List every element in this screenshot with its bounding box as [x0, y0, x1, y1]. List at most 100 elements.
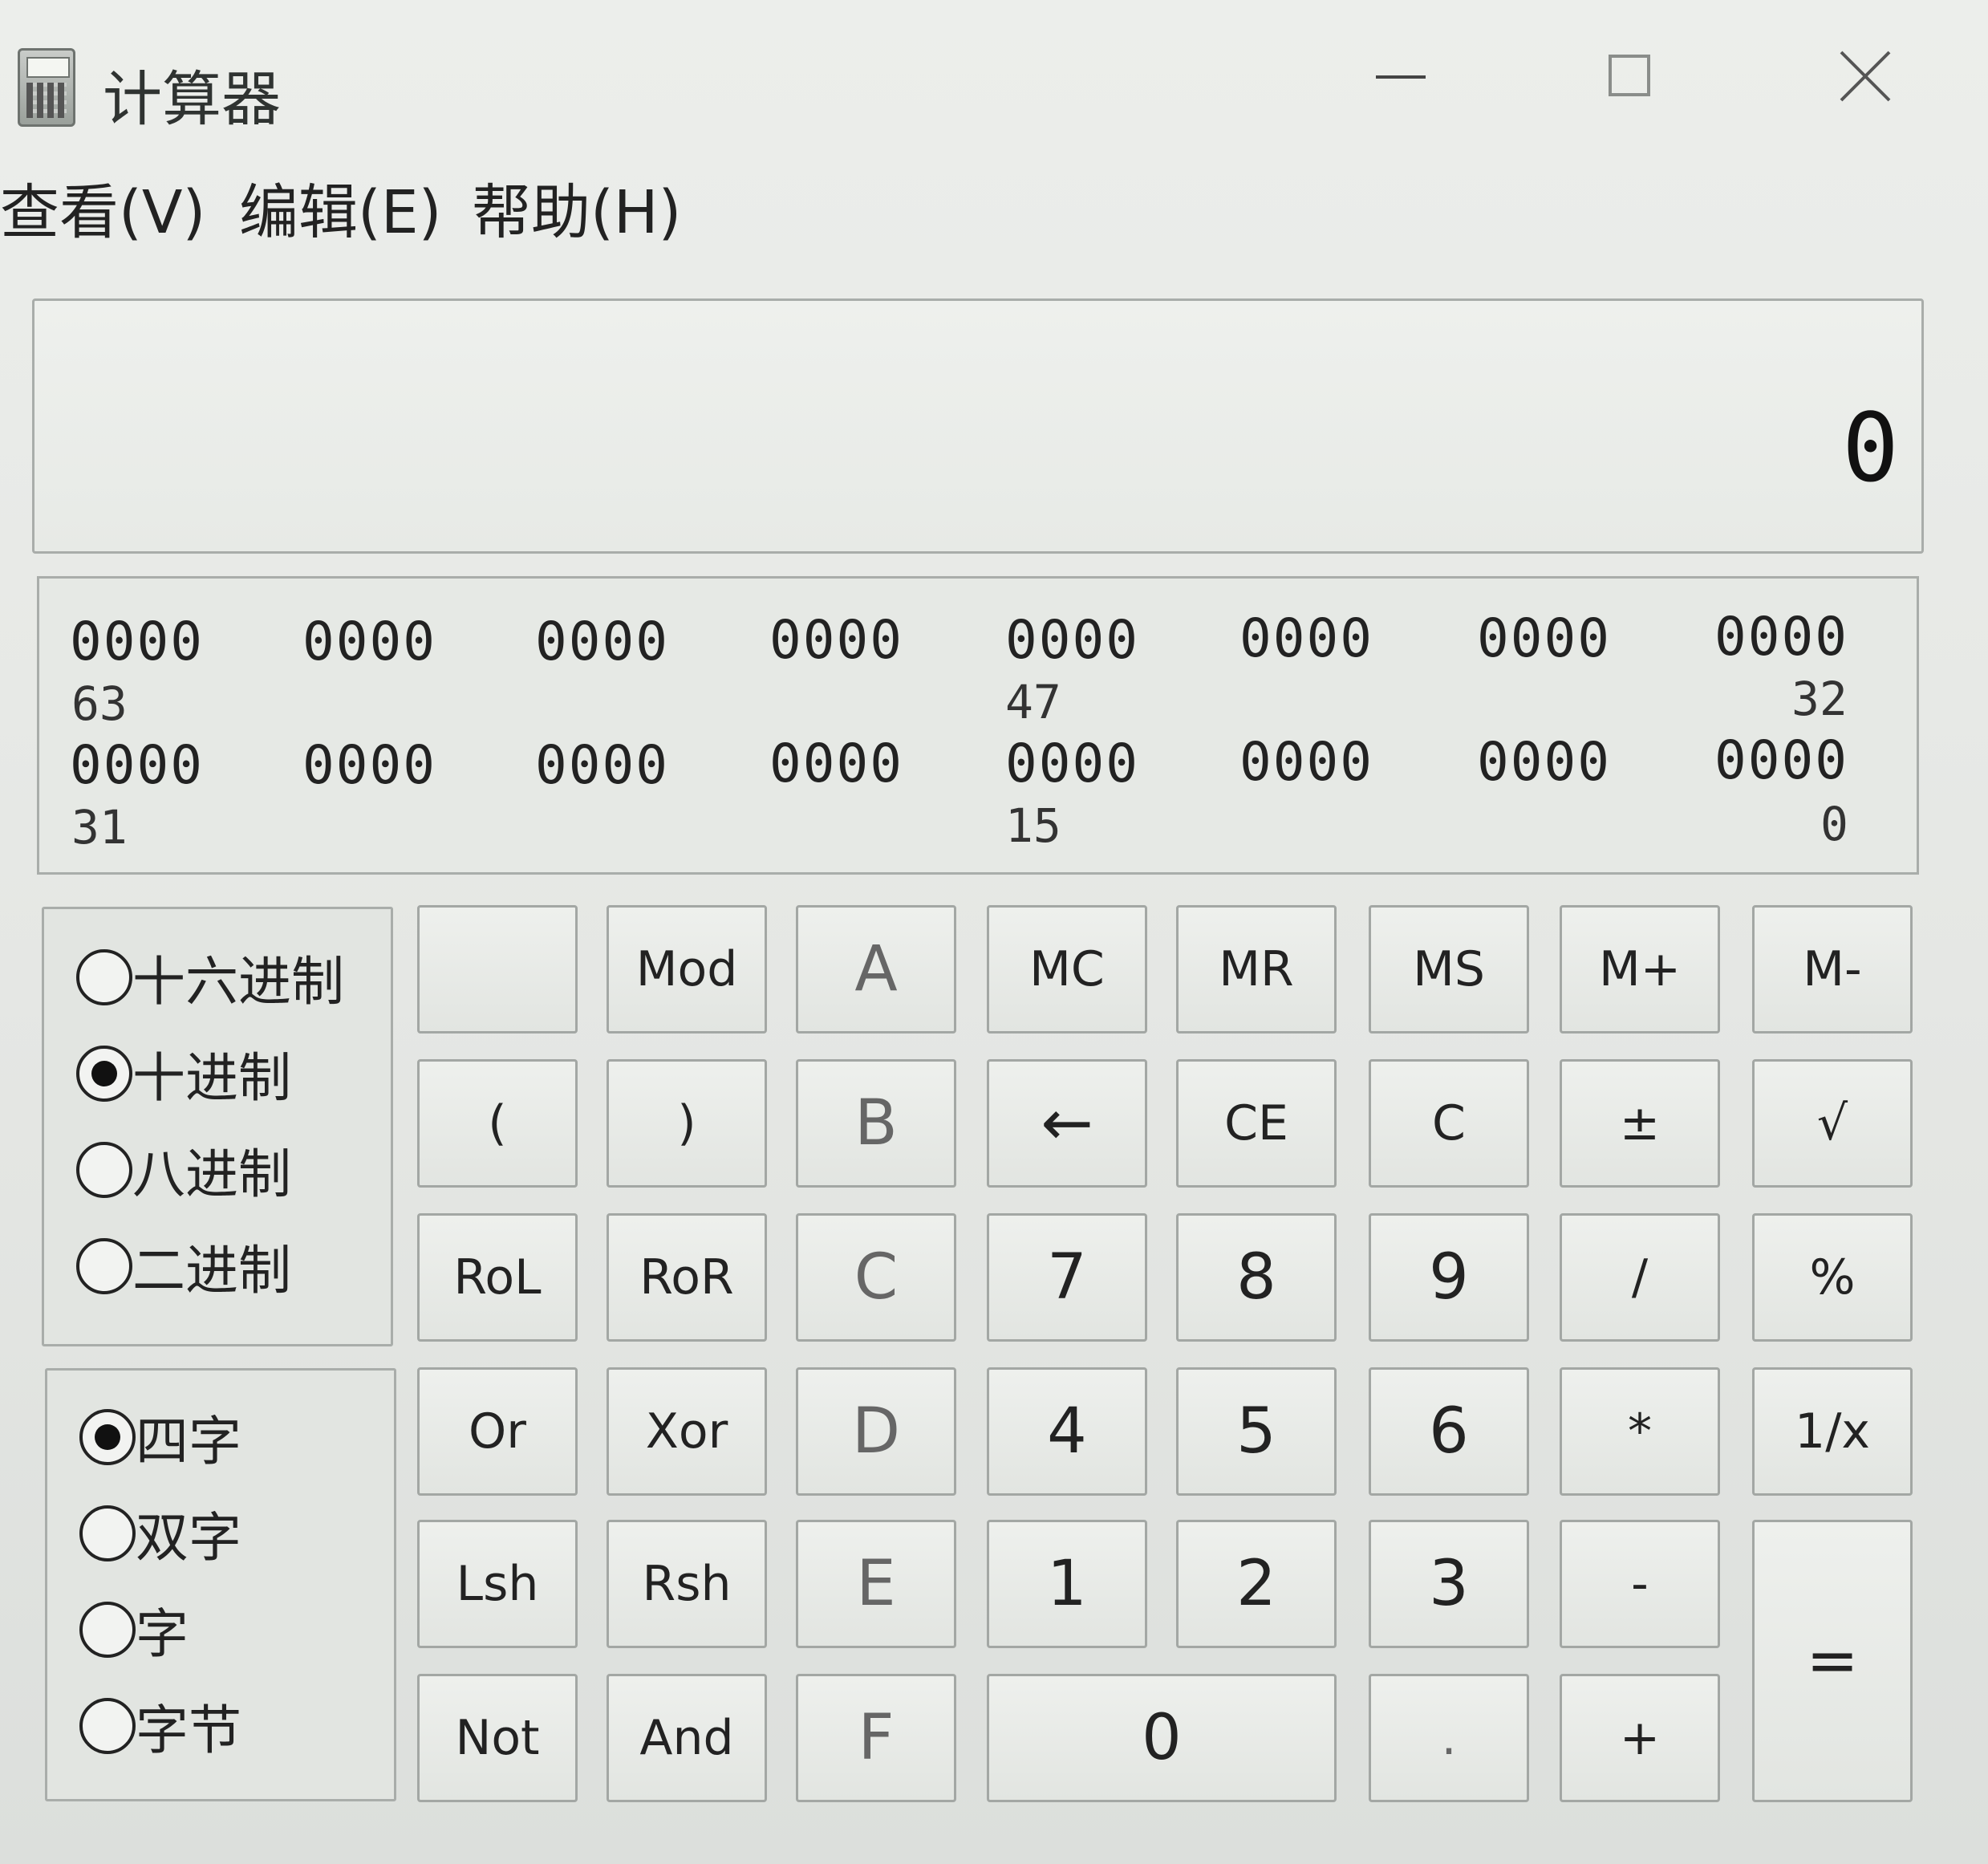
digit-9-button[interactable]: 9 [1369, 1213, 1529, 1342]
add-button[interactable]: + [1560, 1674, 1720, 1802]
radio-bin[interactable]: 二进制 [76, 1230, 291, 1302]
memory-subtract-button[interactable]: M- [1752, 905, 1913, 1034]
radio-label: 字节 [136, 1700, 241, 1761]
radio-label: 字 [136, 1603, 189, 1665]
digit-8-button[interactable]: 8 [1176, 1213, 1337, 1342]
menu-view[interactable]: 查看(V) [0, 164, 205, 250]
digit-2-button[interactable]: 2 [1176, 1520, 1337, 1648]
xor-button[interactable]: Xor [607, 1367, 767, 1496]
rotate-left-button[interactable]: RoL [417, 1213, 578, 1342]
mod-button[interactable]: Mod [607, 905, 767, 1034]
decimal-point-button[interactable]: . [1369, 1674, 1529, 1802]
radio-circle[interactable] [76, 1142, 132, 1198]
word-size-group: 四字 双字 字 字节 [45, 1368, 396, 1801]
divide-button[interactable]: / [1560, 1213, 1720, 1342]
bit-group[interactable]: 0000 [70, 734, 204, 796]
equals-button[interactable]: = [1752, 1520, 1913, 1802]
memory-store-button[interactable]: MS [1369, 905, 1529, 1034]
rotate-right-button[interactable]: RoR [607, 1213, 767, 1342]
or-button[interactable]: Or [417, 1367, 578, 1496]
hex-b-button[interactable]: B [796, 1059, 956, 1188]
radio-circle-checked[interactable] [79, 1409, 136, 1465]
menu-edit[interactable]: 编辑(E) [239, 164, 442, 250]
right-paren-button[interactable]: ) [607, 1059, 767, 1188]
menu-help[interactable]: 帮助(H) [472, 164, 681, 250]
calculator-window: 计算器 查看(V) 编辑(E) 帮助(H) 0 0000 0000 0000 0… [0, 0, 1988, 1864]
radio-dec[interactable]: 十进制 [76, 1038, 291, 1110]
memory-recall-button[interactable]: MR [1176, 905, 1337, 1034]
radio-hex[interactable]: 十六进制 [76, 941, 344, 1013]
bit-label: 32 [1791, 672, 1848, 726]
backspace-button[interactable]: ← [987, 1059, 1147, 1188]
bit-label: 63 [71, 676, 128, 731]
bit-group[interactable]: 0000 [1005, 733, 1139, 794]
bit-group[interactable]: 0000 [769, 733, 903, 794]
digit-5-button[interactable]: 5 [1176, 1367, 1337, 1496]
bit-group[interactable]: 0000 [769, 609, 903, 671]
radio-circle-checked[interactable] [76, 1046, 132, 1102]
bit-group[interactable]: 0000 [1714, 606, 1848, 668]
bit-group[interactable]: 0000 [535, 611, 669, 672]
bit-label: 0 [1820, 797, 1848, 851]
and-button[interactable]: And [607, 1674, 767, 1802]
subtract-button[interactable]: - [1560, 1520, 1720, 1648]
radio-circle[interactable] [76, 1238, 132, 1294]
bit-group[interactable]: 0000 [1477, 731, 1611, 793]
clear-button[interactable]: C [1369, 1059, 1529, 1188]
reciprocal-button[interactable]: 1/x [1752, 1367, 1913, 1496]
bit-group[interactable]: 0000 [1714, 729, 1848, 791]
hex-e-button[interactable]: E [796, 1520, 956, 1648]
bit-group[interactable]: 0000 [302, 611, 436, 672]
radio-word[interactable]: 字 [79, 1594, 189, 1666]
blank-key [417, 905, 578, 1034]
negate-button[interactable]: ± [1560, 1059, 1720, 1188]
digit-6-button[interactable]: 6 [1369, 1367, 1529, 1496]
number-base-group: 十六进制 十进制 八进制 二进制 [42, 907, 393, 1346]
hex-f-button[interactable]: F [796, 1674, 956, 1802]
digit-3-button[interactable]: 3 [1369, 1520, 1529, 1648]
digit-7-button[interactable]: 7 [987, 1213, 1147, 1342]
bit-group[interactable]: 0000 [302, 734, 436, 796]
digit-1-button[interactable]: 1 [987, 1520, 1147, 1648]
hex-a-button[interactable]: A [796, 905, 956, 1034]
radio-label: 四字 [136, 1411, 241, 1472]
bit-label: 15 [1005, 798, 1061, 853]
maximize-icon[interactable] [1601, 40, 1673, 112]
radio-label: 双字 [136, 1507, 241, 1569]
digit-4-button[interactable]: 4 [987, 1367, 1147, 1496]
left-paren-button[interactable]: ( [417, 1059, 578, 1188]
bit-display-panel: 0000 0000 0000 0000 0000 0000 0000 0000 … [37, 576, 1919, 875]
radio-label: 二进制 [132, 1240, 291, 1302]
hex-c-button[interactable]: C [796, 1213, 956, 1342]
radio-label: 八进制 [132, 1143, 291, 1205]
not-button[interactable]: Not [417, 1674, 578, 1802]
hex-d-button[interactable]: D [796, 1367, 956, 1496]
left-shift-button[interactable]: Lsh [417, 1520, 578, 1648]
radio-circle[interactable] [79, 1505, 136, 1561]
radio-byte[interactable]: 字节 [79, 1690, 241, 1762]
multiply-button[interactable]: * [1560, 1367, 1720, 1496]
bit-group[interactable]: 0000 [1005, 609, 1139, 671]
radio-circle[interactable] [76, 949, 132, 1005]
memory-add-button[interactable]: M+ [1560, 905, 1720, 1034]
radio-dword[interactable]: 双字 [79, 1497, 241, 1570]
memory-clear-button[interactable]: MC [987, 905, 1147, 1034]
bit-group[interactable]: 0000 [1239, 731, 1373, 793]
bit-label: 31 [71, 800, 128, 855]
percent-button[interactable]: % [1752, 1213, 1913, 1342]
radio-oct[interactable]: 八进制 [76, 1134, 291, 1206]
bit-group[interactable]: 0000 [535, 734, 669, 796]
right-shift-button[interactable]: Rsh [607, 1520, 767, 1648]
radio-circle[interactable] [79, 1602, 136, 1658]
close-icon[interactable] [1829, 40, 1901, 112]
bit-group[interactable]: 0000 [1239, 607, 1373, 669]
sqrt-button[interactable]: √ [1752, 1059, 1913, 1188]
bit-group[interactable]: 0000 [70, 611, 204, 672]
bit-group[interactable]: 0000 [1477, 607, 1611, 669]
minimize-icon[interactable] [1368, 40, 1440, 112]
window-title: 计算器 [103, 65, 281, 134]
clear-entry-button[interactable]: CE [1176, 1059, 1337, 1188]
radio-qword[interactable]: 四字 [79, 1401, 241, 1473]
radio-circle[interactable] [79, 1698, 136, 1754]
digit-0-button[interactable]: 0 [987, 1674, 1337, 1802]
